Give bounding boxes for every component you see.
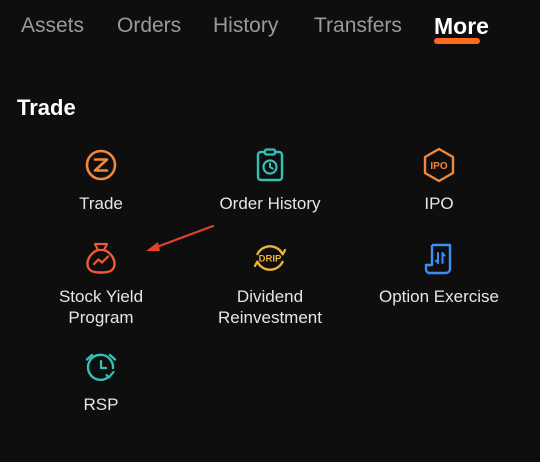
tile-option-exercise[interactable]: Option Exercise xyxy=(354,239,524,307)
tab-transfers[interactable]: Transfers xyxy=(314,14,402,38)
trade-z-circle-icon xyxy=(85,149,117,181)
tile-order-history-label: Order History xyxy=(219,194,321,213)
option-exercise-document-icon xyxy=(424,243,452,275)
tile-order-history[interactable]: Order History xyxy=(185,146,355,214)
tab-assets[interactable]: Assets xyxy=(21,14,84,38)
tab-history[interactable]: History xyxy=(213,14,278,38)
svg-text:IPO: IPO xyxy=(430,161,447,172)
tab-more[interactable]: More xyxy=(434,13,489,40)
ipo-hexagon-icon: IPO xyxy=(423,147,455,183)
top-tab-bar: Assets Orders History Transfers More xyxy=(0,0,540,60)
section-title: Trade xyxy=(17,95,76,120)
tile-stock-yield-program[interactable]: Stock Yield Program xyxy=(16,239,186,328)
tile-trade-label: Trade xyxy=(79,194,123,213)
drip-badge-text: DRIP xyxy=(259,254,282,265)
alarm-clock-icon xyxy=(85,353,117,381)
money-bag-chart-icon xyxy=(86,242,116,274)
tile-option-exercise-label: Option Exercise xyxy=(379,287,499,306)
clipboard-clock-icon xyxy=(256,148,284,182)
tile-dividend-reinvestment[interactable]: DRIP Dividend Reinvestment xyxy=(185,239,355,328)
tile-stock-yield-program-label: Stock Yield Program xyxy=(58,287,144,327)
drip-badge-icon: DRIP xyxy=(253,245,287,271)
tab-orders[interactable]: Orders xyxy=(117,14,181,38)
tile-ipo[interactable]: IPO IPO xyxy=(354,146,524,214)
tile-trade[interactable]: Trade xyxy=(16,146,186,214)
tile-dividend-reinvestment-label: Dividend Reinvestment xyxy=(218,287,322,327)
tile-ipo-label: IPO xyxy=(424,194,454,213)
tile-rsp[interactable]: RSP xyxy=(16,347,186,415)
tile-rsp-label: RSP xyxy=(83,395,119,414)
